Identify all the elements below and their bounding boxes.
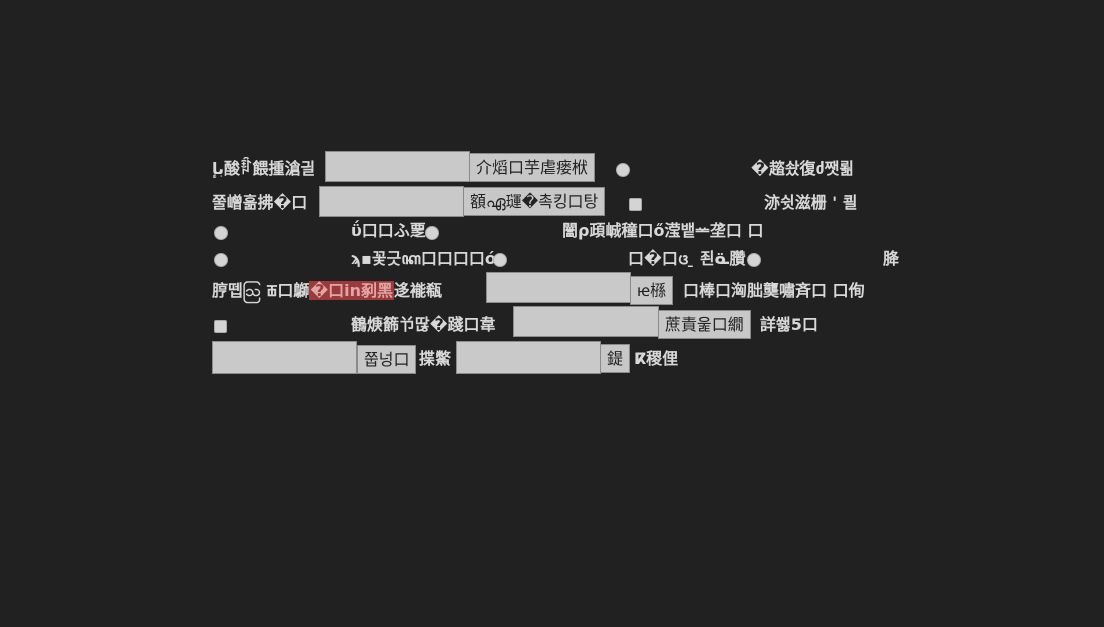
row2-label: 쭐嶒흚拂�口 xyxy=(212,193,308,212)
row5-button[interactable]: ꭡ槂 xyxy=(630,276,674,305)
row1-button[interactable]: 介熖口芋虐瘘栿 xyxy=(469,153,596,182)
row4-label-b: 口�口ᨴ ̱ 죈ᓏ臢 xyxy=(628,249,746,268)
row7-label: 揲鱉 xyxy=(419,349,452,368)
row4-radio-a[interactable] xyxy=(214,253,228,267)
row7-right-label: ⴽ稷俚 xyxy=(634,349,679,368)
row2-text-input[interactable] xyxy=(319,186,464,217)
row7-button-b[interactable]: 鍉 xyxy=(600,344,631,373)
row4-label-c: 胮 xyxy=(883,249,900,268)
row1-label: بإ酸ꆋ餵揰滄긜 xyxy=(212,159,316,178)
row4-label-a: ϡ▪꽃긋ꦏ口口口口ó xyxy=(351,249,496,268)
page: { "rows": { "r1": { "label": "بإ酸ꆋ餵揰滄긜",… xyxy=(0,0,1104,627)
row1-right-label-tail: 뢺 xyxy=(839,159,855,178)
row5-text-input[interactable] xyxy=(486,272,631,303)
row2-button[interactable]: 額ഏ璭�촉킹口탕 xyxy=(463,187,606,216)
row7-text-input-a[interactable] xyxy=(212,341,357,374)
row5-label: 脝뗍ဩ ꫥ口鶳�口in剢黑迻褦瓻 xyxy=(212,281,443,300)
row4-radio-b[interactable] xyxy=(493,253,507,267)
row3-radio-a[interactable] xyxy=(214,226,228,240)
row4-radio-c[interactable] xyxy=(747,253,761,267)
row3-radio-b[interactable] xyxy=(425,226,439,240)
row7-text-input-b[interactable] xyxy=(456,341,601,374)
row1-right-label: �趦솼復ძ쨋뢺 xyxy=(751,159,855,178)
row1-radio[interactable] xyxy=(616,163,630,177)
row3-label-a: ΰ口口ふ覂 xyxy=(351,221,426,240)
row7-button-a[interactable]: 쭙넝口 xyxy=(357,345,417,374)
row5-right-label: 口棒口洶朏龑嘯斉口 口侚 xyxy=(683,281,865,300)
row6-checkbox[interactable] xyxy=(214,320,227,333)
row6-button[interactable]: 蔗責욽口繝 xyxy=(658,310,751,339)
row1-text-input[interactable] xyxy=(325,151,470,182)
row6-label: 鶴焿籂兯딶�踐口韋 xyxy=(351,315,496,334)
row3-label-b: 闣ρ頙峸穜口ő滢뱉ᆇ垄口 口 xyxy=(562,221,764,240)
row2-checkbox[interactable] xyxy=(629,198,642,211)
row3-label-b-tail: 口 xyxy=(747,221,764,240)
row6-text-input[interactable] xyxy=(513,306,659,337)
row6-right-label: 詳쐟5口 xyxy=(760,315,818,334)
row5-highlighted-text: �口in剢黑 xyxy=(309,281,395,300)
row2-right-label: 洂쉿滋栅 ' 쾰 xyxy=(764,193,858,212)
